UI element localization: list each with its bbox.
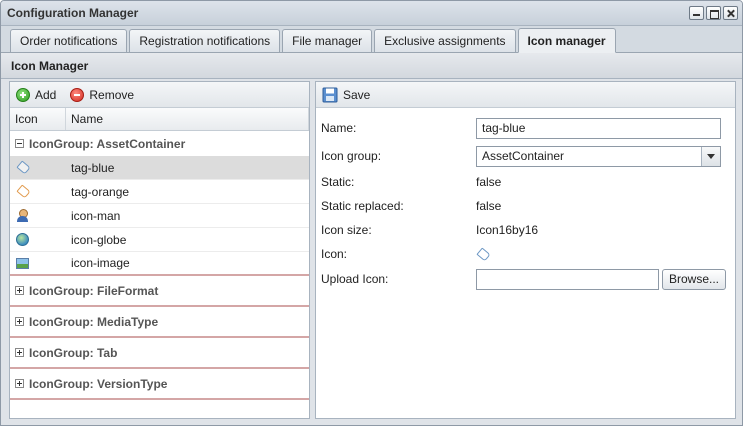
window-titlebar[interactable]: Configuration Manager [1,1,742,26]
list-item[interactable]: tag-orange [10,180,309,204]
static-replaced-value: false [476,199,502,213]
maximize-icon[interactable] [706,6,721,20]
list-item[interactable]: icon-globe [10,228,309,252]
tab-strip: Order notifications Registration notific… [1,26,742,53]
icon-label: Icon: [321,247,348,261]
icon-form: Name: tag-blue Icon group: AssetContaine… [316,108,735,292]
item-name: tag-orange [71,184,130,199]
form-row-upload-icon: Upload Icon: Browse... [321,266,735,292]
tab-order-notifications[interactable]: Order notifications [10,29,128,52]
configuration-manager-window: Configuration Manager Order notification… [0,0,743,426]
item-name: icon-image [71,256,130,270]
form-row-icon: Icon: [321,242,735,266]
tab-icon-manager[interactable]: Icon manager [517,28,616,53]
column-header-name[interactable]: Name [66,108,309,130]
form-row-icon-size: Icon size: Icon16by16 [321,218,735,242]
expand-icon[interactable] [15,348,24,357]
image-icon [16,257,29,269]
icon-details-panel: Save Name: tag-blue Icon group: AssetCon… [315,81,736,419]
group-row-tab[interactable]: IconGroup: Tab [10,338,309,369]
icon-list-panel: Add Remove Icon Name IconGroup: AssetCon… [9,81,310,419]
group-row-mediatype[interactable]: IconGroup: MediaType [10,307,309,338]
form-row-static: Static: false [321,170,735,194]
item-name: icon-globe [71,232,127,247]
list-item[interactable]: tag-blue [10,156,309,180]
tag-blue-icon [476,249,489,260]
column-header-icon[interactable]: Icon [10,108,66,130]
remove-icon [70,87,85,102]
icon-group-label: Icon group: [321,149,382,163]
group-label: IconGroup: VersionType [29,376,168,391]
group-label: IconGroup: AssetContainer [29,136,186,151]
item-name: tag-blue [71,160,115,175]
save-button[interactable]: Save [322,87,370,103]
chevron-down-icon[interactable] [701,146,720,166]
tab-registration-notifications[interactable]: Registration notifications [129,29,281,52]
save-icon [322,87,338,102]
group-label: IconGroup: FileFormat [29,283,159,298]
name-field[interactable]: tag-blue [476,117,721,139]
name-label: Name: [321,121,357,135]
window-tools [689,6,738,20]
tab-exclusive-assignments[interactable]: Exclusive assignments [374,29,516,52]
item-name: icon-man [71,208,121,223]
save-button-label: Save [343,87,371,102]
icon-group-select[interactable]: AssetContainer [476,145,721,167]
form-row-icon-group: Icon group: AssetContainer [321,142,735,170]
remove-button-label: Remove [89,87,135,102]
icon-list-toolbar: Add Remove [10,82,309,108]
tab-file-manager[interactable]: File manager [282,29,373,52]
upload-file-field[interactable] [476,268,659,290]
browse-button[interactable]: Browse... [662,268,727,290]
remove-button[interactable]: Remove [70,87,135,102]
close-icon[interactable] [723,6,738,20]
group-label: IconGroup: MediaType [29,314,159,329]
expand-icon[interactable] [15,286,24,295]
form-row-static-replaced: Static replaced: false [321,194,735,218]
icon-size-value: Icon16by16 [476,223,539,237]
group-row-fileformat[interactable]: IconGroup: FileFormat [10,276,309,307]
group-row-assetcontainer[interactable]: IconGroup: AssetContainer [10,131,309,156]
details-toolbar: Save [316,82,735,108]
static-label: Static: [321,175,355,189]
static-replaced-label: Static replaced: [321,199,404,213]
static-value: false [476,175,502,189]
group-row-versiontype[interactable]: IconGroup: VersionType [10,369,309,400]
add-button-label: Add [35,87,57,102]
tag-orange-icon [16,186,29,197]
window-title: Configuration Manager [7,6,139,20]
icon-group-value: AssetContainer [482,149,565,163]
grid-header: Icon Name [10,108,309,131]
tag-blue-icon [16,162,29,173]
form-row-name: Name: tag-blue [321,114,735,142]
group-label: IconGroup: Tab [29,345,118,360]
list-item[interactable]: icon-image [10,252,309,276]
add-icon [16,87,30,102]
panel-title: Icon Manager [1,53,742,79]
expand-icon[interactable] [15,379,24,388]
panel-body: Add Remove Icon Name IconGroup: AssetCon… [9,81,736,419]
icon-size-label: Icon size: [321,223,372,237]
collapse-icon[interactable] [15,139,24,148]
upload-icon-label: Upload Icon: [321,272,389,286]
expand-icon[interactable] [15,317,24,326]
list-item[interactable]: icon-man [10,204,309,228]
minimize-icon[interactable] [689,6,704,20]
add-button[interactable]: Add [16,87,57,102]
globe-icon [16,233,29,246]
man-icon [16,209,29,222]
panel-title-text: Icon Manager [11,58,89,73]
